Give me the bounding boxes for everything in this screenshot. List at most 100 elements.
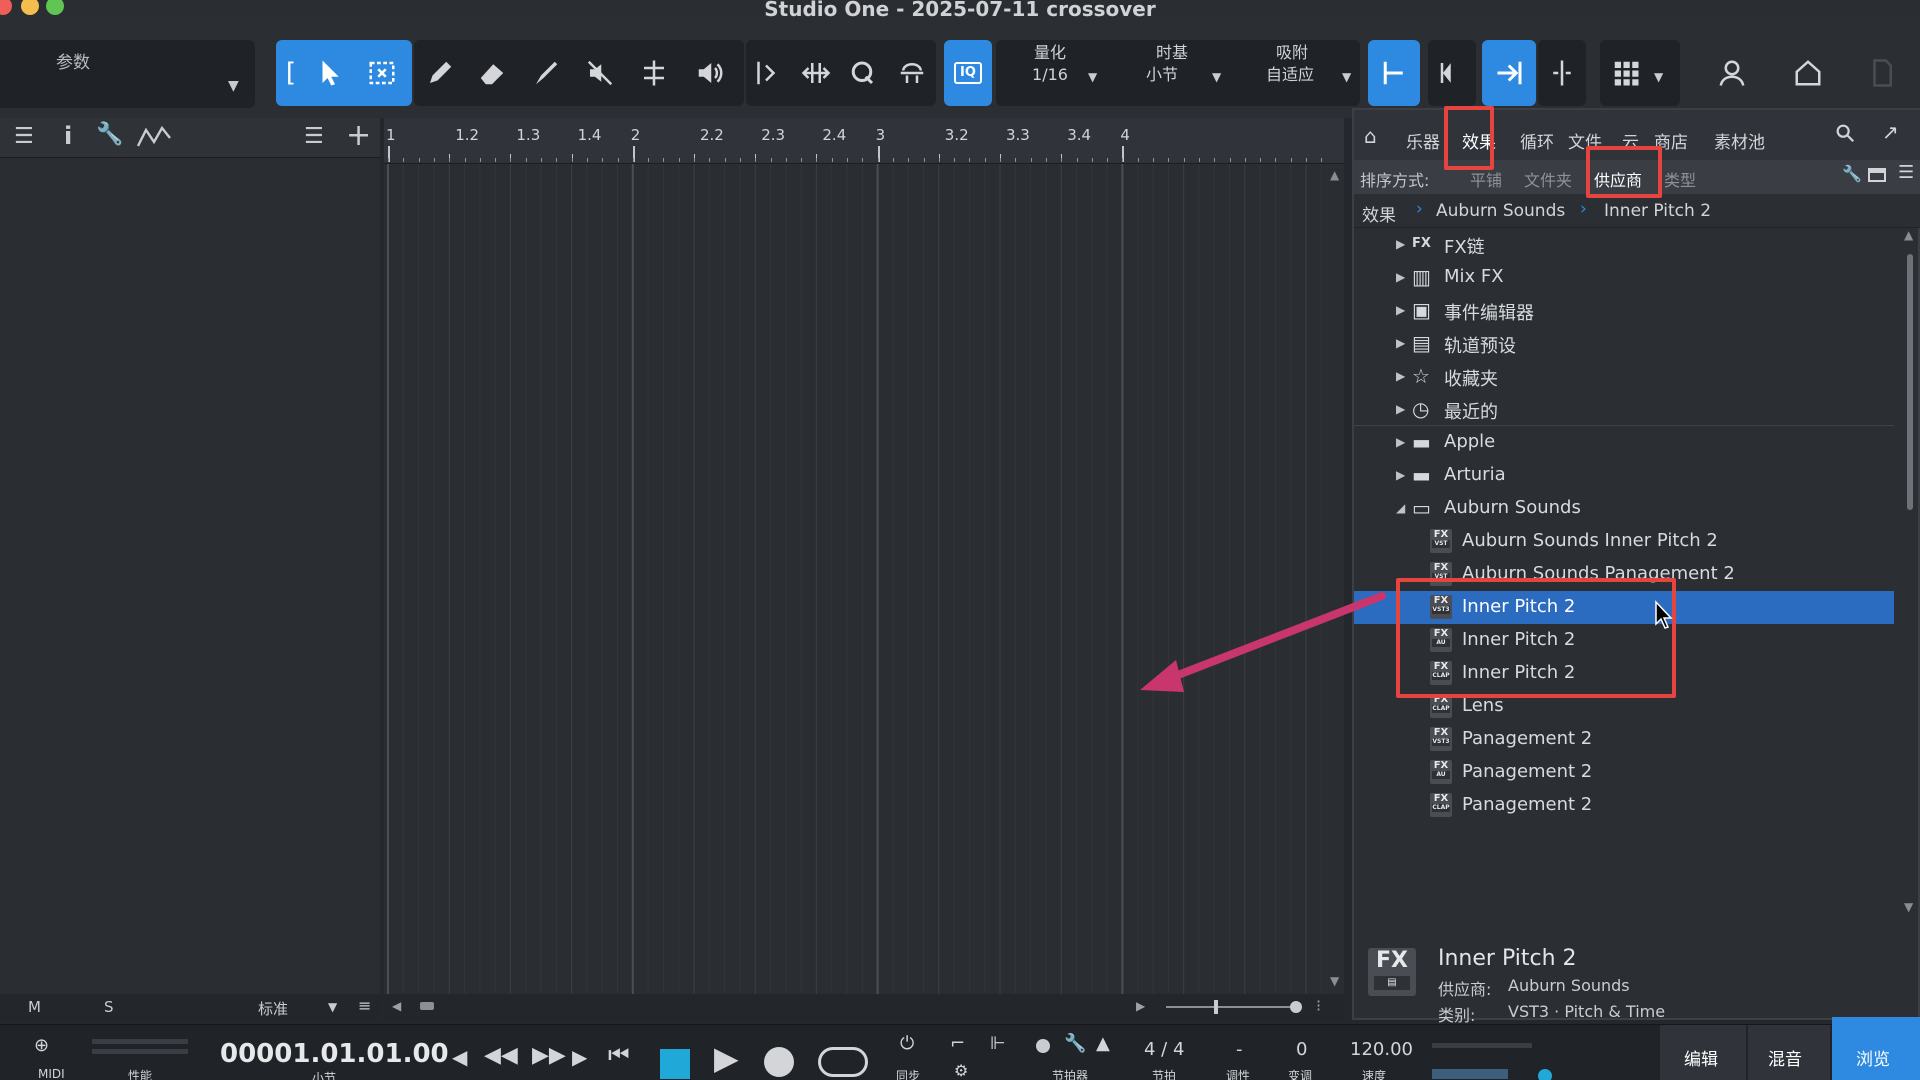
browser-home-icon[interactable]: ⌂	[1364, 124, 1377, 148]
view-panel-icon[interactable]	[1868, 168, 1886, 182]
expand-right-icon[interactable]: ▶	[1396, 336, 1405, 350]
scroll-down-icon[interactable]: ▼	[1330, 974, 1339, 988]
arrangement-view[interactable]: 1 1.2 1.3 1.4 2 2.2 2.3 2.4 3 3.2 3.3 3.4 4 ▲ ▼ ◀ ▶ …	[384, 118, 1344, 1020]
browser-folder-item[interactable]: ▶ ▬ Apple	[1354, 426, 1894, 459]
time-unit-label[interactable]: 小节	[312, 1069, 336, 1080]
paint-tool-button[interactable]	[414, 40, 466, 106]
browser-scroll-thumb[interactable]	[1907, 254, 1913, 510]
zoom-slider[interactable]	[1166, 1006, 1296, 1008]
horizontal-scroll-thumb[interactable]	[420, 1002, 434, 1010]
expand-down-icon[interactable]: ◢	[1396, 501, 1405, 515]
home-button[interactable]	[1782, 40, 1834, 106]
loop-button[interactable]	[818, 1047, 868, 1077]
chevron-down-icon[interactable]: ▼	[1342, 70, 1351, 84]
browser-scrollbar[interactable]: ▲ ▼	[1902, 228, 1918, 916]
metronome-icon[interactable]: ▲	[1096, 1033, 1110, 1054]
scroll-up-icon[interactable]: ▲	[1330, 168, 1339, 182]
expand-right-icon[interactable]: ▶	[1396, 237, 1405, 251]
rewind-icon[interactable]: ◀◀	[484, 1043, 518, 1068]
mute-button[interactable]: M	[28, 998, 41, 1016]
browser-folder-item[interactable]: ▶ ◷ 最近的	[1354, 393, 1894, 426]
timebase-value[interactable]: 小节	[1122, 64, 1202, 86]
range-tool-button[interactable]	[356, 40, 408, 106]
mute-tool-button[interactable]	[574, 40, 626, 106]
line-tool-button[interactable]	[520, 40, 572, 106]
return-to-zero-icon[interactable]: ⏮	[608, 1041, 630, 1069]
list-icon[interactable]: ≡	[358, 996, 371, 1015]
midi-monitor-icon[interactable]: ⊕	[34, 1035, 49, 1056]
track-options-icon[interactable]: ☰	[304, 124, 324, 149]
scroll-right-icon[interactable]: ▶	[1136, 999, 1145, 1013]
transpose-value[interactable]: 0	[1296, 1039, 1307, 1060]
solo-button[interactable]: S	[104, 998, 114, 1016]
browser-search-icon[interactable]	[1834, 122, 1856, 148]
scroll-up-icon[interactable]: ▲	[1904, 228, 1913, 242]
browser-folder-item[interactable]: ▶ ▬ Arturia	[1354, 459, 1894, 492]
grid-view-button[interactable]	[1600, 40, 1652, 106]
user-account-button[interactable]	[1706, 40, 1758, 106]
page-browse-button[interactable]: 浏览	[1832, 1017, 1920, 1080]
expand-right-icon[interactable]: ▶	[1396, 402, 1405, 416]
expand-browser-icon[interactable]: ↗	[1882, 120, 1899, 144]
quantize-tool-button[interactable]	[836, 40, 888, 106]
fast-forward-icon[interactable]: ▶▶	[532, 1043, 566, 1068]
browser-folder-item[interactable]: ▶ ☆ 收藏夹	[1354, 360, 1894, 393]
add-track-button[interactable]: +	[346, 118, 371, 153]
record-button[interactable]	[764, 1047, 794, 1077]
browser-folder-item[interactable]: ▶ ▣ 事件编辑器	[1354, 294, 1894, 327]
view-mode-label[interactable]: 标准	[258, 998, 288, 1019]
browser-plugin-item[interactable]: FX VST Auburn Sounds Inner Pitch 2	[1354, 525, 1894, 558]
punch-icon[interactable]: ⌐	[950, 1033, 965, 1054]
tab-pool[interactable]: 素材池	[1714, 128, 1765, 153]
follow-edit-button[interactable]	[1426, 40, 1478, 106]
expand-right-icon[interactable]: ▶	[1396, 435, 1405, 449]
browser-plugin-item[interactable]: FX VST3 Panagement 2	[1354, 723, 1894, 756]
listen-tool-button[interactable]	[684, 40, 736, 106]
browser-plugin-item[interactable]: FX CLAP Panagement 2	[1354, 789, 1894, 822]
arrow-tool-button[interactable]	[304, 40, 356, 106]
sync-icon[interactable]: ⏻	[900, 1033, 914, 1054]
settings-gear-icon[interactable]: ⚙	[954, 1061, 968, 1080]
split-tool-button[interactable]	[628, 40, 680, 106]
expand-right-icon[interactable]: ▶	[1396, 303, 1405, 317]
sort-folder-button[interactable]: 文件夹	[1524, 167, 1572, 191]
quantize-value[interactable]: 1/16	[1010, 64, 1090, 86]
info-icon[interactable]: i	[64, 122, 72, 150]
browser-folder-item[interactable]: ▶ FX FX链	[1354, 228, 1894, 261]
sort-flat-button[interactable]: 平铺	[1470, 167, 1502, 191]
parameter-selector[interactable]: 参数 ▼	[0, 40, 255, 108]
browser-folder-item[interactable]: ▶ ▤ 轨道预设	[1354, 327, 1894, 360]
metronome-wrench-icon[interactable]: 🔧	[1064, 1033, 1086, 1054]
page-mix-button[interactable]: 混音	[1748, 1025, 1830, 1080]
chevron-down-icon[interactable]: ▼	[1088, 70, 1097, 84]
page-edit-button[interactable]: 编辑	[1660, 1025, 1746, 1080]
master-volume-knob[interactable]	[1538, 1069, 1552, 1080]
marker-back-icon[interactable]: ◀	[452, 1045, 467, 1069]
zoom-slider-handle[interactable]	[1214, 1000, 1218, 1014]
browser-folder-item[interactable]: ◢ ▭ Auburn Sounds	[1354, 492, 1894, 525]
play-button[interactable]: ▶	[714, 1039, 739, 1077]
precount-icon[interactable]: ⊩	[990, 1033, 1006, 1054]
list-menu-icon[interactable]: ☰	[14, 124, 34, 149]
browser-folder-item[interactable]: ▶ ▥ Mix FX	[1354, 261, 1894, 294]
expand-right-icon[interactable]: ▶	[1396, 468, 1405, 482]
scroll-left-icon[interactable]: ◀	[392, 999, 401, 1013]
expand-right-icon[interactable]: ▶	[1396, 369, 1405, 383]
sort-type-button[interactable]: 类型	[1664, 167, 1696, 191]
arrangement-grid[interactable]	[384, 164, 1324, 994]
zoom-options-icon[interactable]: ⁝	[1316, 996, 1321, 1015]
tempo-value[interactable]: 120.00	[1350, 1039, 1413, 1060]
breadcrumb-vendor[interactable]: Auburn Sounds	[1436, 201, 1565, 221]
wrench-icon[interactable]: 🔧	[1842, 164, 1862, 183]
zoom-slider-end-icon[interactable]	[1290, 1001, 1302, 1013]
timeline-ruler[interactable]: 1 1.2 1.3 1.4 2 2.2 2.3 2.4 3 3.2 3.3 3.4 4	[384, 118, 1344, 164]
automation-icon[interactable]	[136, 124, 172, 154]
tab-instruments[interactable]: 乐器	[1406, 128, 1440, 153]
time-display[interactable]: 00001.01.01.00	[220, 1039, 449, 1069]
marker-forward-icon[interactable]: ▶	[572, 1045, 587, 1069]
snap-value[interactable]: 自适应	[1250, 64, 1330, 86]
scroll-down-icon[interactable]: ▼	[1904, 900, 1913, 914]
tab-loops[interactable]: 循环	[1520, 128, 1554, 153]
key-value[interactable]: -	[1236, 1039, 1243, 1060]
time-signature[interactable]: 4 / 4	[1144, 1039, 1184, 1060]
